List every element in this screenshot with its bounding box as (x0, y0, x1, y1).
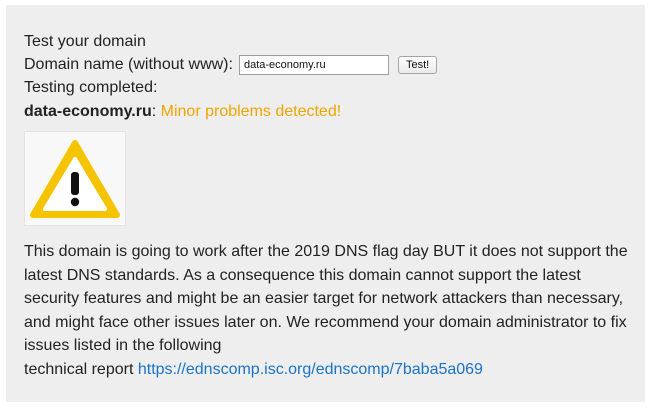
domain-name-input[interactable] (238, 54, 389, 75)
result-line: data-economy.ru: Minor problems detected… (24, 100, 628, 123)
result-separator: : (151, 103, 157, 120)
domain-test-panel: Test your domain Domain name (without ww… (6, 5, 645, 402)
page-heading: Test your domain (24, 33, 146, 50)
warning-triangle-icon (30, 139, 120, 218)
test-button[interactable]: Test! (397, 55, 438, 74)
technical-report-link[interactable]: https://ednscomp.isc.org/ednscomp/7baba5… (138, 361, 483, 378)
report-prefix: technical report (24, 360, 134, 378)
result-domain: data-economy.ru (24, 103, 152, 120)
warning-icon-box (24, 131, 126, 226)
domain-name-label: Domain name (without www): (24, 55, 233, 73)
status-line: Testing completed: (24, 79, 158, 96)
report-line: technical report https://ednscomp.isc.or… (24, 358, 628, 381)
domain-form: Domain name (without www): Test! (24, 53, 628, 76)
description-text: This domain is going to work after the 2… (24, 243, 628, 354)
result-status: Minor problems detected! (160, 103, 342, 120)
